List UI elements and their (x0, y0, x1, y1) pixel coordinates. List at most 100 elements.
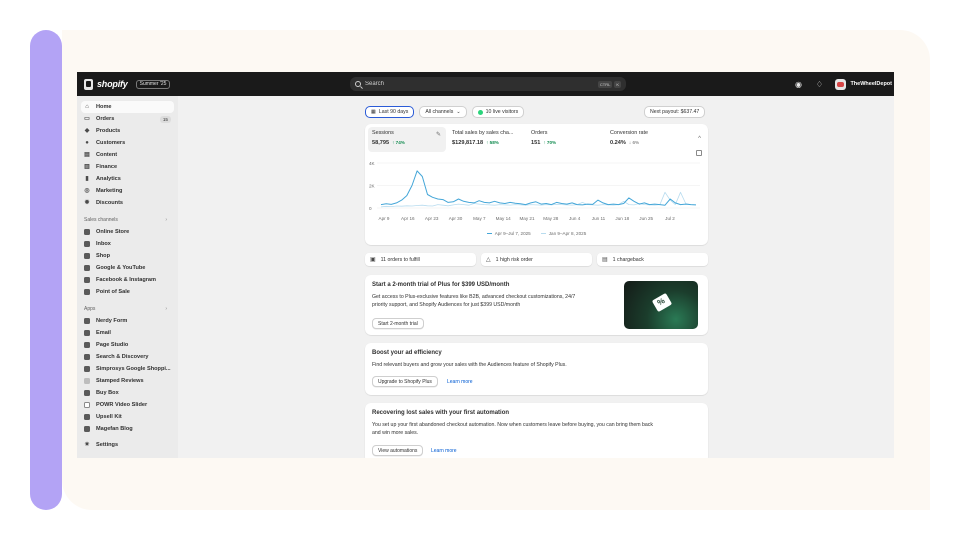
sidebar-item-finance[interactable]: ▥ Finance (81, 161, 174, 173)
edition-badge[interactable]: Summer '25 (135, 79, 171, 89)
sidebar-item-online-store[interactable]: Online Store (81, 226, 174, 238)
email-icon (84, 330, 90, 336)
live-indicator-icon (477, 109, 483, 115)
view-automations-button[interactable]: View automations (372, 445, 424, 456)
orders-count-badge: 15 (159, 115, 171, 123)
sidebar-item-app[interactable]: Magefan Blog (81, 423, 174, 435)
store-menu-button[interactable]: TheWheelDepot (835, 78, 892, 90)
sidebar-item-label: Buy Box (96, 390, 119, 396)
bar-chart-icon: ▮ (85, 176, 89, 182)
pencil-icon[interactable]: ✎ (436, 131, 441, 138)
sidebar-item-label: Search & Discovery (96, 354, 149, 360)
card-body-line: priority support, and Shopify Audiences … (372, 302, 521, 308)
sidebar-item-analytics[interactable]: ▮ Analytics (81, 173, 174, 185)
sidebar-item-settings[interactable]: ✷ Settings (81, 439, 174, 451)
card-body-line: Get access to Plus-exclusive features li… (372, 294, 576, 300)
legend-previous[interactable]: Jan 9–Apr 8, 2025 (540, 231, 586, 236)
sidebar-item-app[interactable]: Nerdy Form (81, 315, 174, 327)
sidebar-item-label: Discounts (96, 200, 124, 206)
boost-ad-card: Boost your ad efficiency Find relevant b… (365, 343, 708, 395)
sidebar-item-shop[interactable]: Shop (81, 250, 174, 262)
sidebar-item-label: Stamped Reviews (96, 378, 144, 384)
orders-icon: ▭ (84, 116, 90, 122)
x-tick-label: May 7 (473, 216, 486, 221)
metric-sessions[interactable]: Sessions 58,795 ↑ 74% ✎ (368, 127, 446, 152)
chargeback-icon: ▤ (602, 257, 608, 263)
sidebar-item-app[interactable]: Upsell Kit (81, 411, 174, 423)
sidebar-item-label: Analytics (96, 176, 121, 182)
legend-current[interactable]: Apr 9–Jul 7, 2025 (486, 231, 531, 236)
sidebar-item-products[interactable]: ◆ Products (81, 125, 174, 137)
x-tick-label: Apr 30 (449, 216, 463, 221)
automation-card: Recovering lost sales with your first au… (365, 403, 708, 458)
alert-label: 1 high risk order (495, 256, 533, 263)
live-visitors-label: 10 live visitors (485, 109, 519, 115)
sidebar-item-google-youtube[interactable]: Google & YouTube (81, 262, 174, 274)
sidebar-item-app[interactable]: Buy Box (81, 387, 174, 399)
search-input[interactable] (365, 81, 596, 87)
sidebar-item-point-of-sale[interactable]: Point of Sale (81, 286, 174, 298)
sidebar-item-label: Customers (96, 140, 126, 146)
start-trial-button[interactable]: Start 2-month trial (372, 318, 424, 329)
learn-more-link[interactable]: Learn more (447, 379, 473, 385)
sidebar-item-app[interactable]: POWR Video Slider (81, 399, 174, 411)
sidebar-item-content[interactable]: ▤ Content (81, 149, 174, 161)
date-range-picker[interactable]: ▦ Last 90 days (365, 106, 415, 118)
app-icon (84, 426, 90, 432)
apps-section[interactable]: Apps › (81, 303, 174, 315)
sidebar-item-label: Page Studio (96, 342, 129, 348)
sidebar-item-label: Products (96, 128, 121, 134)
live-visitors-button[interactable]: 10 live visitors (471, 106, 525, 118)
shop-icon (84, 253, 90, 259)
sidebar-item-facebook-instagram[interactable]: Facebook & Instagram (81, 274, 174, 286)
x-tick-label: Jul 2 (665, 216, 675, 221)
orders-to-fulfill-button[interactable]: ▣ 11 orders to fulfill (365, 253, 476, 266)
x-tick-label: Jun 18 (615, 216, 629, 221)
sidebar-item-home[interactable]: ⌂ Home (81, 101, 174, 113)
sidebar-item-label: Marketing (96, 188, 123, 194)
chevron-up-icon[interactable]: ^ (698, 136, 701, 142)
sidebar-item-marketing[interactable]: ◎ Marketing (81, 185, 174, 197)
upgrade-button[interactable]: Upgrade to Shopify Plus (372, 376, 438, 387)
y-tick-label: 4K (369, 161, 376, 166)
sidebar-item-app[interactable]: Email (81, 327, 174, 339)
next-payout-button[interactable]: Next payout: $637.47 (644, 106, 706, 118)
sidebar: ⌂ Home ▭ Orders 15 ◆ Products ● Customer… (77, 96, 178, 458)
inbox-icon (84, 241, 90, 247)
sidebar-item-label: Point of Sale (96, 289, 130, 295)
bell-icon[interactable]: ♢ (814, 79, 824, 89)
sidebar-item-label: Magefan Blog (96, 426, 133, 432)
high-risk-order-button[interactable]: △ 1 high risk order (481, 253, 592, 266)
gear-icon: ✷ (84, 442, 90, 448)
y-tick-label: 2K (369, 184, 376, 189)
top-bar-actions: ◉ ♢ TheWheelDepot (793, 76, 894, 92)
app-icon (84, 318, 90, 324)
shopify-logo[interactable]: shopify Summer '25 (84, 78, 171, 90)
sidebar-item-label: Nerdy Form (96, 318, 128, 324)
sidebar-item-orders[interactable]: ▭ Orders 15 (81, 113, 174, 125)
sidebar-item-customers[interactable]: ● Customers (81, 137, 174, 149)
series-line-current[interactable] (380, 170, 697, 206)
sidebar-item-discounts[interactable]: ✹ Discounts (81, 197, 174, 209)
accent-bar (30, 30, 62, 510)
metric-conversion-rate[interactable]: Conversion rate 0.24% ↓ 6% (606, 127, 684, 152)
sidebar-item-inbox[interactable]: Inbox (81, 238, 174, 250)
sales-channels-section[interactable]: Sales channels › (81, 214, 174, 226)
sidebar-item-app[interactable]: Stamped Reviews (81, 375, 174, 387)
sidekick-icon[interactable]: ◉ (793, 79, 803, 89)
sidebar-item-app[interactable]: Page Studio (81, 339, 174, 351)
card-title: Start a 2-month trial of Plus for $399 U… (372, 282, 510, 288)
metric-total-sales[interactable]: Total sales by sales cha... $129,817.18 … (448, 127, 526, 152)
card-body-line: and win more sales. (372, 430, 419, 436)
metric-orders[interactable]: Orders 151 ↑ 70% (527, 127, 605, 152)
chargeback-button[interactable]: ▤ 1 chargeback (597, 253, 708, 266)
learn-more-link[interactable]: Learn more (431, 448, 457, 454)
meta-icon (84, 277, 90, 283)
x-tick-label: Apr 23 (425, 216, 439, 221)
sidebar-item-label: Upsell Kit (96, 414, 122, 420)
search-bar[interactable]: CTRL K (350, 77, 626, 91)
sidebar-item-label: Simprosys Google Shoppi... (96, 366, 171, 372)
sidebar-item-app[interactable]: Simprosys Google Shoppi... (81, 363, 174, 375)
sidebar-item-app[interactable]: Search & Discovery (81, 351, 174, 363)
channel-selector[interactable]: All channels ⌄ (419, 106, 467, 118)
